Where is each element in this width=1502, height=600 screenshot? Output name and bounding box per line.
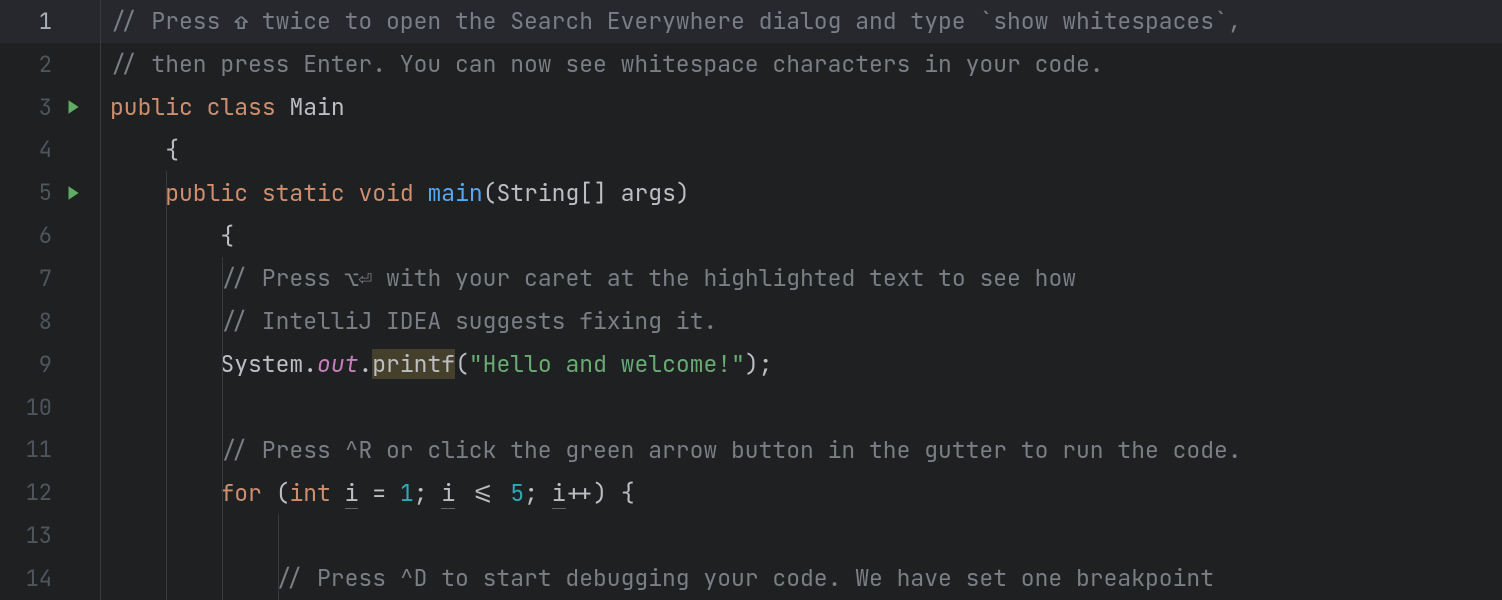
gutter-run-column [64, 184, 100, 202]
code-content[interactable] [110, 514, 1502, 557]
indent-guide [222, 386, 223, 429]
indent-guide [166, 214, 167, 257]
indent-guide [222, 257, 223, 300]
code-text: System.out.printf("Hello and welcome!"); [110, 349, 773, 379]
gutter-run-column [64, 98, 100, 116]
code-line[interactable]: 1 // Press ⇧ twice to open the Search Eve… [0, 0, 1502, 43]
line-number[interactable]: 1 [0, 7, 64, 36]
line-number[interactable]: 13 [0, 521, 64, 550]
code-line[interactable]: 5 public static void main(String[] args) [0, 171, 1502, 214]
line-number[interactable]: 11 [0, 435, 64, 464]
gutter-separator [100, 86, 110, 129]
indent-guide [222, 300, 223, 343]
line-number[interactable]: 5 [0, 178, 64, 207]
gutter-separator [100, 257, 110, 300]
gutter-separator [100, 300, 110, 343]
code-content[interactable]: // Press ⇧ twice to open the Search Ever… [110, 0, 1502, 43]
indent-guide [166, 257, 167, 300]
gutter-separator [100, 557, 110, 600]
code-content[interactable]: // IntelliJ IDEA suggests fixing it. [110, 300, 1502, 343]
gutter-separator [100, 428, 110, 471]
code-line[interactable]: 6 { [0, 214, 1502, 257]
code-text: // Press ⌥⏎ with your caret at the highl… [110, 263, 1076, 293]
indent-guide [222, 471, 223, 514]
indent-guide [278, 557, 279, 600]
indent-guide [166, 428, 167, 471]
line-number[interactable]: 2 [0, 50, 64, 79]
line-number[interactable]: 3 [0, 93, 64, 122]
code-text: // then press Enter. You can now see whi… [110, 49, 1104, 79]
indent-guide [166, 386, 167, 429]
code-content[interactable]: public class Main [110, 86, 1502, 129]
line-number[interactable]: 12 [0, 478, 64, 507]
indent-guide [222, 343, 223, 386]
indent-guide [166, 514, 167, 557]
code-content[interactable]: // Press ^D to start debugging your code… [110, 557, 1502, 600]
run-gutter-icon[interactable] [64, 184, 82, 202]
code-editor[interactable]: 1 // Press ⇧ twice to open the Search Eve… [0, 0, 1502, 600]
code-text: public static void main(String[] args) [110, 178, 690, 208]
code-content[interactable]: // then press Enter. You can now see whi… [110, 43, 1502, 86]
gutter-separator [100, 43, 110, 86]
code-line[interactable]: 13 [0, 514, 1502, 557]
indent-guide [222, 557, 223, 600]
gutter-separator [100, 0, 110, 43]
code-content[interactable]: { [110, 129, 1502, 172]
code-line[interactable]: 11 // Press ^R or click the green arrow … [0, 428, 1502, 471]
indent-guide [166, 343, 167, 386]
code-text: for (int i = 1; i <= 5; i++) { [110, 478, 635, 508]
code-text: // Press ^R or click the green arrow but… [110, 435, 1242, 465]
code-line[interactable]: 7 // Press ⌥⏎ with your caret at the hig… [0, 257, 1502, 300]
code-content[interactable]: // Press ⌥⏎ with your caret at the highl… [110, 257, 1502, 300]
code-line[interactable]: 12 for (int i = 1; i <= 5; i++) { [0, 471, 1502, 514]
gutter-separator [100, 386, 110, 429]
indent-guide [166, 557, 167, 600]
code-line[interactable]: 14 // Press ^D to start debugging your c… [0, 557, 1502, 600]
code-text: public class Main [110, 92, 345, 122]
code-text: // Press ^D to start debugging your code… [110, 563, 1214, 593]
code-text: { [110, 221, 234, 251]
indent-guide [166, 300, 167, 343]
code-text: // Press ⇧ twice to open the Search Ever… [110, 6, 1242, 36]
line-number[interactable]: 4 [0, 135, 64, 164]
gutter-separator [100, 214, 110, 257]
code-line[interactable]: 2 // then press Enter. You can now see wh… [0, 43, 1502, 86]
code-line[interactable]: 8 // IntelliJ IDEA suggests fixing it. [0, 300, 1502, 343]
code-content[interactable]: for (int i = 1; i <= 5; i++) { [110, 471, 1502, 514]
code-line[interactable]: 9 System.out.printf("Hello and welcome!"… [0, 343, 1502, 386]
code-text: { [110, 135, 179, 165]
indent-guide [278, 514, 279, 557]
code-line[interactable]: 3 public class Main [0, 86, 1502, 129]
line-number[interactable]: 8 [0, 307, 64, 336]
indent-guide [166, 471, 167, 514]
code-text: // IntelliJ IDEA suggests fixing it. [110, 306, 717, 336]
line-number[interactable]: 6 [0, 221, 64, 250]
code-content[interactable]: System.out.printf("Hello and welcome!"); [110, 343, 1502, 386]
line-number[interactable]: 7 [0, 264, 64, 293]
gutter-separator [100, 514, 110, 557]
line-number[interactable]: 9 [0, 350, 64, 379]
code-line[interactable]: 10 [0, 386, 1502, 429]
code-line[interactable]: 4 { [0, 129, 1502, 172]
indent-guide [166, 171, 167, 214]
indent-guide [222, 514, 223, 557]
code-content[interactable]: public static void main(String[] args) [110, 171, 1502, 214]
run-gutter-icon[interactable] [64, 98, 82, 116]
code-content[interactable] [110, 386, 1502, 429]
code-content[interactable]: { [110, 214, 1502, 257]
gutter-separator [100, 129, 110, 172]
line-number[interactable]: 14 [0, 564, 64, 593]
line-number[interactable]: 10 [0, 393, 64, 422]
code-content[interactable]: // Press ^R or click the green arrow but… [110, 428, 1502, 471]
gutter-separator [100, 471, 110, 514]
indent-guide [222, 428, 223, 471]
gutter-separator [100, 171, 110, 214]
gutter-separator [100, 343, 110, 386]
